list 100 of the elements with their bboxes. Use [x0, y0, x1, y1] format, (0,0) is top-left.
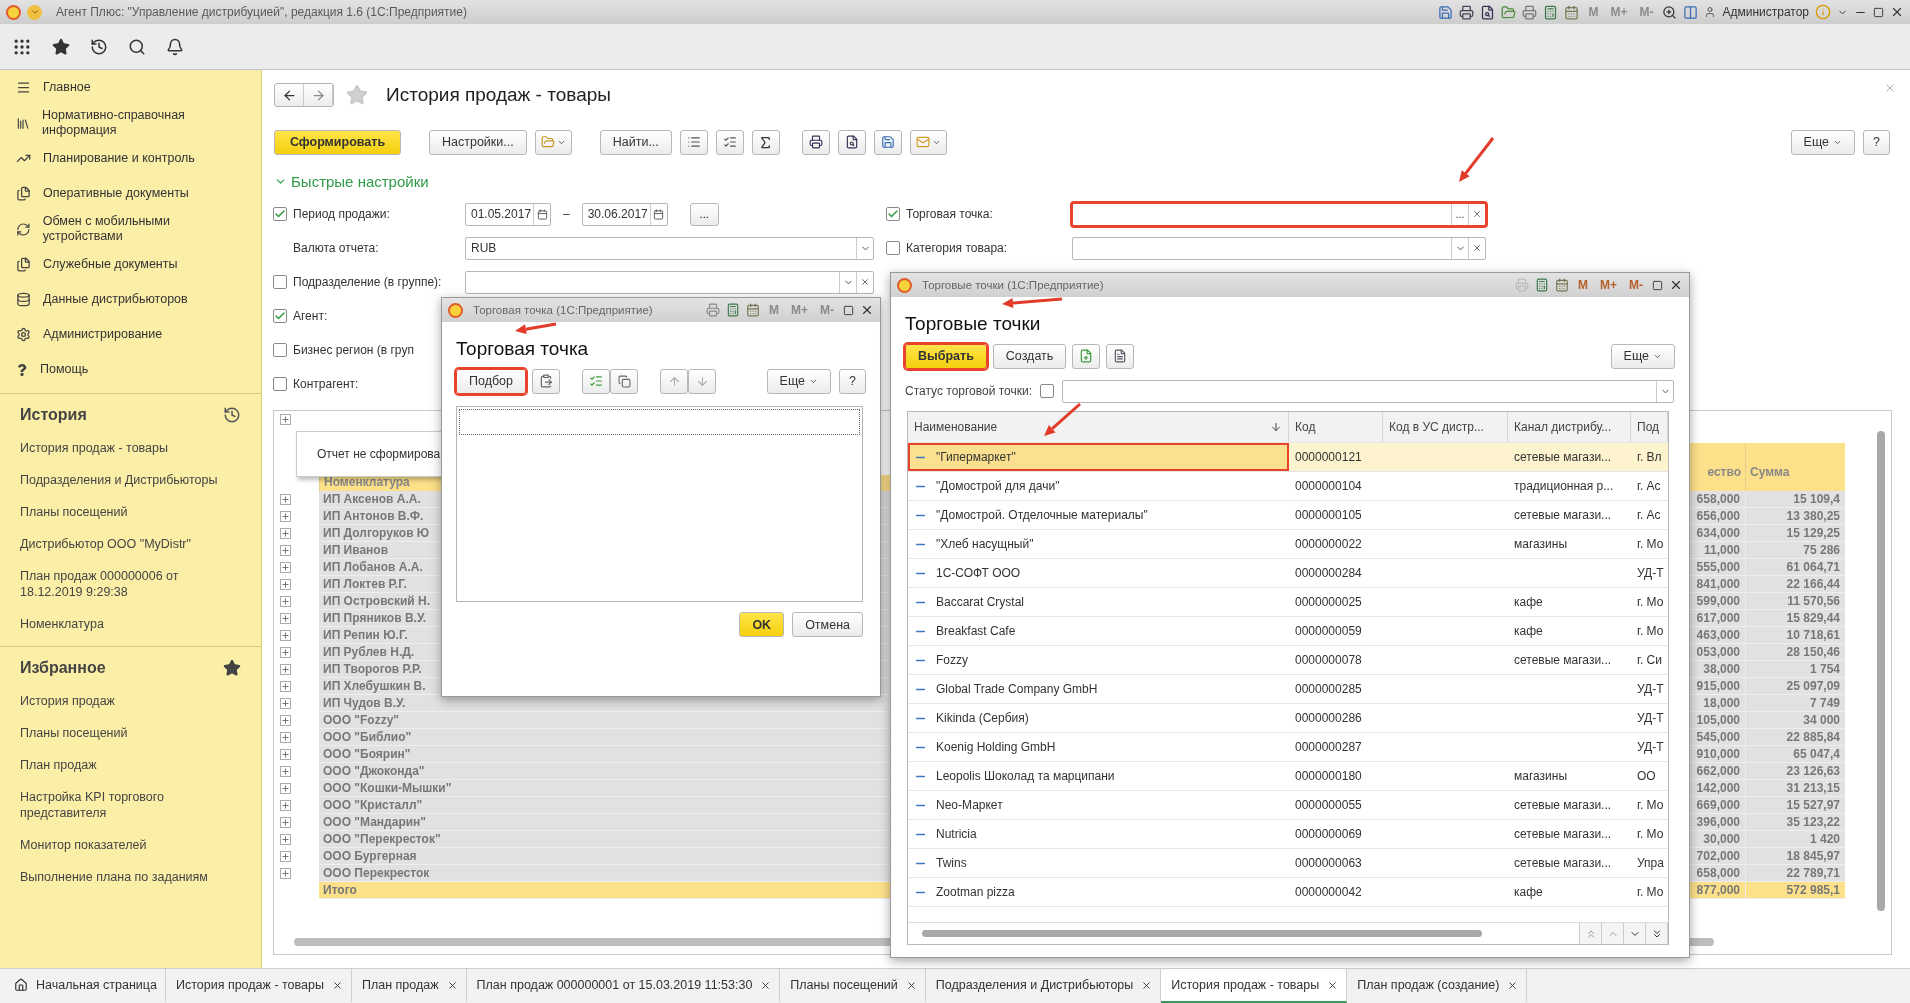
favorite-link[interactable]: Монитор показателей [0, 829, 261, 861]
select-field[interactable] [465, 270, 874, 294]
expand-icon[interactable] [280, 698, 291, 709]
calculator-icon[interactable] [726, 303, 740, 317]
scrollbar[interactable] [922, 930, 1482, 937]
settings-button[interactable]: Настройки... [429, 129, 527, 155]
mail-button[interactable] [909, 129, 947, 155]
date-field[interactable]: 30.06.2017 [581, 202, 668, 226]
expand-icon[interactable] [280, 800, 291, 811]
close-icon[interactable] [1327, 979, 1339, 991]
last-button[interactable] [1646, 923, 1668, 944]
sidebar-item[interactable]: Главное [0, 70, 261, 105]
checkbox[interactable] [273, 343, 287, 357]
column-header[interactable]: Канал дистрибу... [1508, 412, 1631, 442]
list-button[interactable] [1106, 343, 1135, 369]
print-button[interactable] [801, 129, 830, 155]
history-link[interactable]: Номенклатура [0, 608, 261, 640]
calendar-icon[interactable] [536, 208, 548, 220]
window-tab[interactable]: История продаж - товары [1161, 969, 1348, 1003]
sidebar-item[interactable]: Планирование и контроль [0, 141, 261, 176]
preview-icon[interactable] [1480, 4, 1496, 20]
expand-icon[interactable] [280, 681, 291, 692]
expand-icon[interactable] [280, 613, 291, 624]
date-field[interactable]: 01.05.2017 [465, 202, 551, 226]
checkbox[interactable] [273, 275, 287, 289]
close-icon[interactable] [760, 979, 772, 991]
history-link[interactable]: Дистрибьютор ООО "MyDistr" [0, 528, 261, 560]
variant-button[interactable] [534, 129, 572, 155]
sidebar-item[interactable]: Данные дистрибьюторов [0, 282, 261, 317]
select-field[interactable] [1072, 236, 1486, 260]
calendar-icon[interactable] [746, 303, 760, 317]
calculator-icon[interactable] [1535, 278, 1549, 292]
more-button[interactable]: Еще [766, 368, 832, 394]
maximize-icon[interactable] [843, 304, 854, 316]
clear-icon[interactable] [1472, 243, 1482, 253]
expand-button[interactable] [715, 129, 744, 155]
cancel-button[interactable]: Отмена [792, 612, 863, 637]
generate-button[interactable]: Сформировать [274, 129, 401, 155]
sidebar-item[interactable]: Оперативные документы [0, 176, 261, 211]
expand-icon[interactable] [280, 596, 291, 607]
history-link[interactable]: Планы посещений [0, 496, 261, 528]
history-link[interactable]: Подразделения и Дистрибьюторы [0, 464, 261, 496]
expand-icon[interactable] [280, 664, 291, 675]
window-tab[interactable]: История продаж - товары [165, 969, 352, 1003]
star-icon[interactable] [223, 659, 241, 677]
checkbox[interactable] [886, 207, 900, 221]
sidebar-item[interactable]: Служебные документы [0, 247, 261, 282]
expand-icon[interactable] [280, 783, 291, 794]
quick-settings-toggle[interactable]: Быстрые настройки [274, 171, 429, 191]
more-button[interactable]: Еще [1610, 343, 1675, 369]
expand-icon[interactable] [280, 562, 291, 573]
column-header[interactable]: Код в УС дистр... [1383, 412, 1508, 442]
save-button[interactable] [873, 129, 902, 155]
close-icon[interactable] [331, 979, 343, 991]
zoom-icon[interactable] [1662, 4, 1678, 20]
expand-icon[interactable] [280, 834, 291, 845]
sidebar-item[interactable]: Нормативно-справочная информация [0, 105, 261, 141]
column-header[interactable]: Под [1631, 412, 1668, 442]
window-tab[interactable]: План продаж (создание) [1347, 969, 1528, 1003]
copy-button[interactable] [610, 368, 639, 394]
expand-icon[interactable] [280, 414, 291, 425]
favorite-link[interactable]: Настройка KPI торгового представителя [0, 781, 261, 829]
preview-button[interactable] [837, 129, 866, 155]
search-icon[interactable] [128, 37, 146, 56]
clear-icon[interactable] [860, 277, 870, 287]
sum-button[interactable] [751, 129, 780, 155]
expand-icon[interactable] [280, 851, 291, 862]
favorite-link[interactable]: Выполнение плана по заданиям [0, 861, 261, 893]
expand-icon[interactable] [280, 579, 291, 590]
table-cell[interactable]: г. Вл [1631, 443, 1668, 471]
maximize-icon[interactable] [1652, 279, 1663, 291]
window-tab[interactable]: Планы посещений [780, 969, 926, 1003]
expand-icon[interactable] [280, 732, 291, 743]
table-cell[interactable]: 0000000284 [1289, 559, 1383, 587]
checkbox[interactable] [1040, 384, 1055, 398]
expand-icon[interactable] [280, 511, 291, 522]
checkbox[interactable] [273, 309, 287, 323]
column-header[interactable]: Наименование [908, 412, 1289, 442]
pick-button[interactable]: Подбор [456, 368, 527, 394]
expand-icon[interactable] [280, 868, 291, 879]
period-button[interactable]: ... [689, 202, 719, 226]
expand-icon[interactable] [280, 749, 291, 760]
create-button[interactable]: Создать [992, 343, 1067, 369]
help-button[interactable]: ? [1863, 129, 1890, 155]
checkbox[interactable] [273, 377, 287, 391]
favorite-link[interactable]: История продаж [0, 685, 261, 717]
select-field[interactable] [1062, 379, 1675, 403]
clear-icon[interactable] [1472, 209, 1482, 219]
window-tab[interactable]: Начальная страница [4, 969, 166, 1003]
paste-button[interactable] [532, 368, 561, 394]
expand-icon[interactable] [280, 545, 291, 556]
find-button[interactable]: Найти... [599, 129, 672, 155]
table-cell[interactable]: 0000000078 [1289, 646, 1383, 674]
expand-icon[interactable] [280, 494, 291, 505]
close-icon[interactable] [1890, 5, 1904, 19]
close-icon[interactable] [905, 979, 917, 991]
table-cell[interactable]: 0000000121 [1289, 443, 1383, 471]
table-cell[interactable]: 1С-СОФТ ООО [908, 559, 1289, 587]
favorite-link[interactable]: План продаж [0, 749, 261, 781]
choice-field[interactable]: ... [1072, 202, 1486, 226]
